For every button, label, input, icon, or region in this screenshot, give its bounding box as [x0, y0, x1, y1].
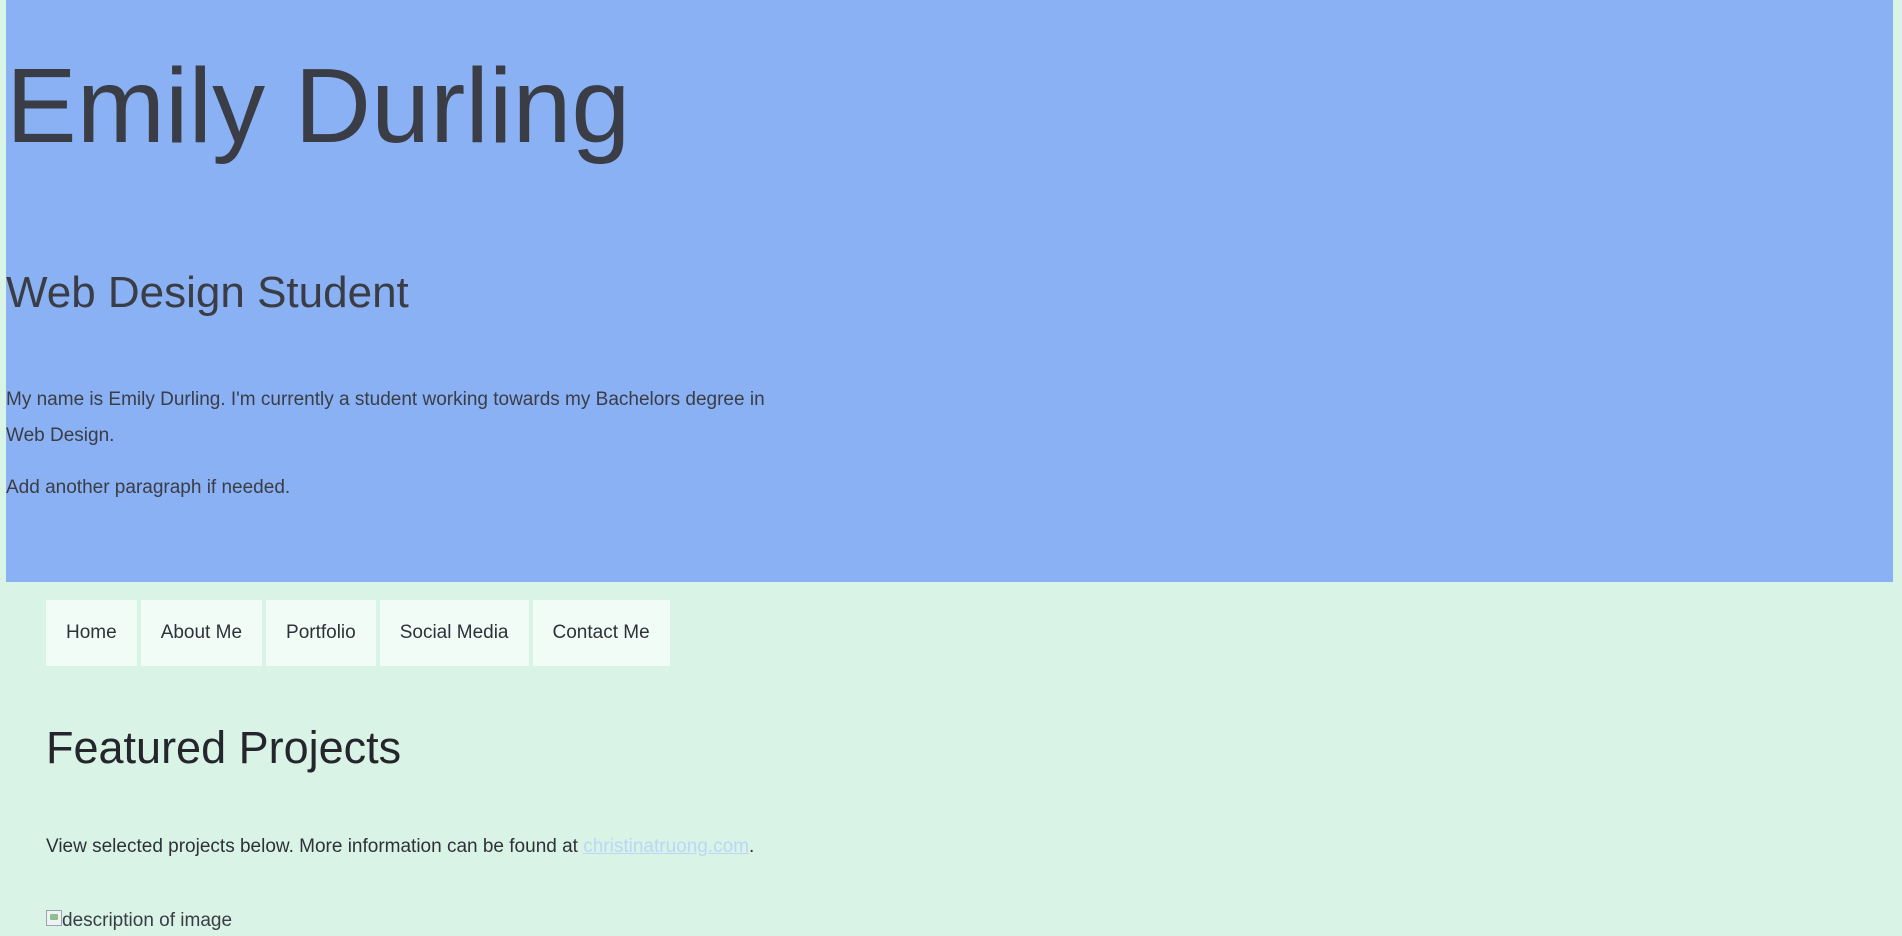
- description-end: .: [749, 836, 755, 857]
- nav-item-contact-me[interactable]: Contact Me: [532, 600, 670, 666]
- description-text: View selected projects below. More infor…: [46, 836, 584, 857]
- main-nav: Home About Me Portfolio Social Media Con…: [46, 600, 670, 666]
- page: Emily Durling Web Design Student My name…: [0, 0, 1902, 936]
- christinatruong-link[interactable]: christinatruong.com: [583, 836, 749, 857]
- nav-item-about-me[interactable]: About Me: [140, 600, 263, 666]
- broken-image-icon: [46, 910, 62, 926]
- nav-item-portfolio[interactable]: Portfolio: [266, 600, 376, 666]
- nav-item-social-media[interactable]: Social Media: [379, 600, 529, 666]
- featured-projects-description: View selected projects below. More infor…: [46, 836, 754, 858]
- featured-projects-heading: Featured Projects: [46, 722, 402, 773]
- hero-header: Emily Durling Web Design Student My name…: [6, 0, 1893, 582]
- image-alt-text: description of image: [62, 910, 233, 931]
- nav-item-home[interactable]: Home: [46, 600, 137, 666]
- page-title: Emily Durling: [6, 47, 631, 165]
- second-paragraph: Add another paragraph if needed.: [6, 477, 291, 498]
- intro-paragraph: My name is Emily Durling. I'm currently …: [6, 389, 765, 446]
- project-image: description of image: [46, 910, 232, 932]
- page-subtitle: Web Design Student: [6, 268, 409, 317]
